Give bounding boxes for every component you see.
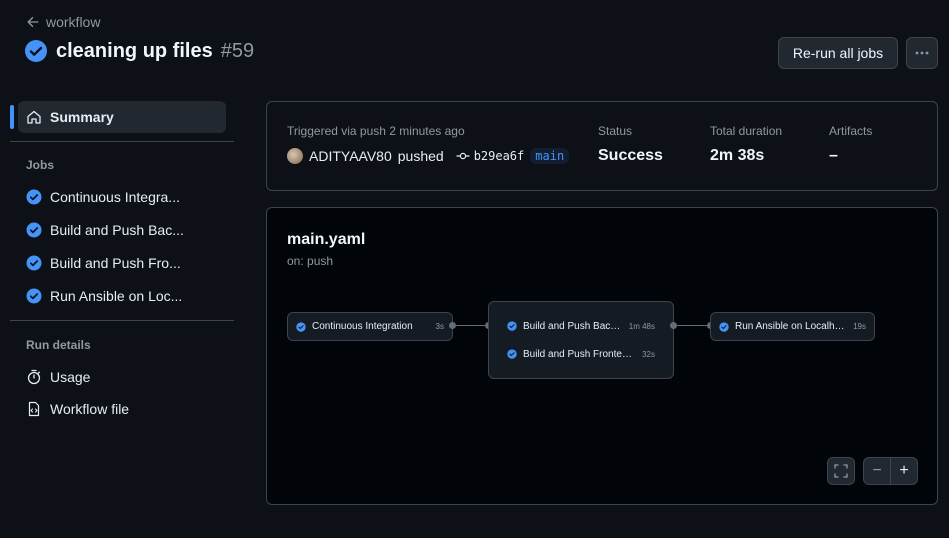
commit-sha: b29ea6f xyxy=(473,149,525,163)
arrow-left-icon xyxy=(27,16,39,28)
more-options-button[interactable] xyxy=(906,37,938,69)
fullscreen-icon xyxy=(834,464,848,478)
sidebar-divider xyxy=(10,320,234,321)
workflow-trigger: on: push xyxy=(287,254,334,268)
graph-edge xyxy=(677,325,707,326)
commit-link[interactable]: b29ea6f xyxy=(456,149,525,163)
graph-job-ansible[interactable]: Run Ansible on Localhost 19s xyxy=(710,312,875,341)
graph-job-name: Run Ansible on Localhost xyxy=(735,321,848,332)
sidebar-item-job-frontend[interactable]: Build and Push Fro... xyxy=(26,253,181,273)
check-circle-icon xyxy=(507,349,517,359)
graph-job-backend[interactable]: Build and Push Backen... 1m 48s xyxy=(507,319,655,333)
actor-link[interactable]: ADITYAAV80 xyxy=(309,148,392,164)
graph-edge xyxy=(456,325,485,326)
zoom-in-button[interactable]: + xyxy=(890,457,918,485)
sidebar-job-label: Run Ansible on Loc... xyxy=(50,288,183,304)
avatar[interactable] xyxy=(287,148,303,164)
check-circle-icon xyxy=(507,321,517,331)
sidebar-item-job-ansible[interactable]: Run Ansible on Loc... xyxy=(26,286,182,306)
graph-job-ci[interactable]: Continuous Integration 3s xyxy=(287,312,453,341)
sidebar-item-workflow-file[interactable]: Workflow file xyxy=(26,399,129,419)
stopwatch-icon xyxy=(27,369,41,385)
run-details-heading: Run details xyxy=(26,338,91,352)
fullscreen-button[interactable] xyxy=(827,457,855,485)
file-code-icon xyxy=(28,401,40,417)
page-title-row: cleaning up files #59 xyxy=(24,39,254,63)
rerun-all-jobs-button[interactable]: Re-run all jobs xyxy=(778,37,898,69)
run-number: #59 xyxy=(220,39,255,62)
jobs-heading: Jobs xyxy=(26,158,55,172)
active-indicator xyxy=(10,105,14,129)
sidebar-item-job-backend[interactable]: Build and Push Bac... xyxy=(26,220,184,240)
check-circle-icon xyxy=(296,321,306,332)
graph-job-name: Continuous Integration xyxy=(312,321,413,332)
git-commit-icon xyxy=(456,152,470,160)
sidebar-divider xyxy=(10,141,234,142)
check-circle-icon xyxy=(25,40,47,62)
home-icon xyxy=(27,110,41,124)
kebab-horizontal-icon xyxy=(915,51,929,55)
sidebar-item-job-ci[interactable]: Continuous Integra... xyxy=(26,187,180,207)
sidebar-job-label: Continuous Integra... xyxy=(50,189,180,205)
push-info: ADITYAAV80 pushed b29ea6f main xyxy=(287,148,570,164)
graph-connector-dot xyxy=(670,322,677,329)
back-link-label: workflow xyxy=(46,14,101,30)
run-summary-card xyxy=(266,101,938,191)
graph-job-duration: 32s xyxy=(642,349,655,359)
graph-job-group-build: Build and Push Backen... 1m 48s Build an… xyxy=(488,301,674,379)
sidebar-job-label: Build and Push Fro... xyxy=(50,255,181,271)
duration-label: Total duration xyxy=(710,124,783,138)
workflow-file-name: main.yaml xyxy=(287,231,366,248)
check-circle-icon xyxy=(26,288,42,304)
check-circle-icon xyxy=(26,189,42,205)
graph-job-duration: 19s xyxy=(853,322,866,331)
sidebar-job-label: Build and Push Bac... xyxy=(50,222,184,238)
check-circle-icon xyxy=(719,321,729,332)
artifacts-value: – xyxy=(829,147,838,164)
check-circle-icon xyxy=(26,222,42,238)
trigger-text: Triggered via push 2 minutes ago xyxy=(287,124,465,138)
page-title: cleaning up files xyxy=(56,39,213,62)
sidebar-workflow-file-label: Workflow file xyxy=(50,401,130,417)
status-label: Status xyxy=(598,124,633,138)
sidebar-summary-row[interactable]: Summary xyxy=(26,107,114,127)
sidebar-item-usage[interactable]: Usage xyxy=(26,367,90,387)
graph-job-name: Build and Push Backen... xyxy=(523,320,623,332)
sidebar-usage-label: Usage xyxy=(50,369,91,385)
back-link[interactable]: workflow xyxy=(26,14,100,30)
duration-value: 2m 38s xyxy=(710,147,765,164)
status-value: Success xyxy=(598,147,663,164)
graph-job-name: Build and Push Frontend ... xyxy=(523,348,637,360)
zoom-out-button[interactable]: − xyxy=(863,457,891,485)
graph-job-duration: 1m 48s xyxy=(628,321,655,331)
graph-job-duration: 3s xyxy=(435,322,444,331)
sidebar-summary-label: Summary xyxy=(50,109,114,125)
graph-job-frontend[interactable]: Build and Push Frontend ... 32s xyxy=(507,347,655,361)
graph-connector-dot xyxy=(449,322,456,329)
check-circle-icon xyxy=(26,255,42,271)
branch-badge[interactable]: main xyxy=(530,148,570,164)
artifacts-label: Artifacts xyxy=(829,124,873,138)
push-action: pushed xyxy=(397,148,444,164)
